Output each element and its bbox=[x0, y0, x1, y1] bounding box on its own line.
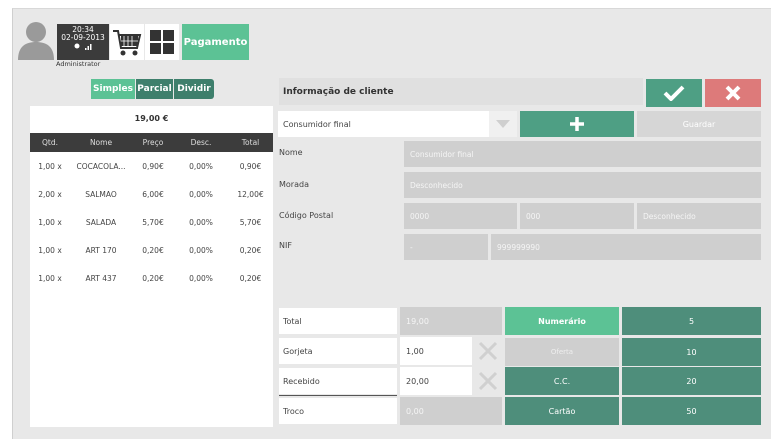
cancel-button[interactable] bbox=[705, 79, 761, 107]
customer-select[interactable]: Consumidor final bbox=[278, 111, 517, 137]
city-field[interactable]: Desconhecido bbox=[637, 203, 761, 229]
column-header: Total bbox=[241, 138, 260, 147]
table-row[interactable]: 1,00 x ART 170 0,20€ 0,00% 0,20€ bbox=[30, 237, 273, 264]
price-cell: 0,90€ bbox=[142, 162, 164, 171]
total-value: 19,00 bbox=[400, 307, 502, 335]
payment-cash-button[interactable]: Numerário bbox=[505, 307, 619, 335]
order-total: 19,00 € bbox=[134, 113, 169, 123]
amount-20-button[interactable]: 20 bbox=[622, 367, 761, 395]
postal-code-suffix-field[interactable]: 000 bbox=[520, 203, 634, 229]
grid-view-icon[interactable] bbox=[145, 24, 179, 60]
column-header: Desc. bbox=[190, 138, 212, 147]
clear-received-icon[interactable] bbox=[475, 368, 501, 394]
add-customer-button[interactable] bbox=[520, 111, 634, 137]
postal-code-field[interactable]: 0000 bbox=[404, 203, 517, 229]
price-cell: 5,70€ bbox=[142, 218, 164, 227]
user-avatar-icon[interactable] bbox=[16, 18, 56, 60]
cart-icon[interactable] bbox=[110, 24, 144, 60]
order-table-header: Qtd. Nome Preço Desc. Total bbox=[30, 133, 273, 152]
nif-prefix-field[interactable]: - bbox=[404, 234, 488, 260]
plus-icon bbox=[570, 117, 584, 131]
price-cell: 0,20€ bbox=[142, 274, 164, 283]
total-cell: 5,70€ bbox=[239, 218, 262, 227]
table-row[interactable]: 2,00 x SALMAO 6,00€ 0,00% 12,00€ bbox=[30, 181, 273, 208]
confirm-button[interactable] bbox=[646, 79, 702, 107]
qty-cell: 1,00 x bbox=[38, 246, 62, 255]
table-row[interactable]: 1,00 x SALADA 5,70€ 0,00% 5,70€ bbox=[30, 209, 273, 236]
totals-divider bbox=[279, 395, 397, 396]
customer-select-value: Consumidor final bbox=[283, 119, 351, 129]
column-header: Qtd. bbox=[42, 138, 58, 147]
tip-input[interactable]: 1,00 bbox=[400, 337, 472, 365]
payment-gift-button[interactable]: Oferta bbox=[505, 338, 619, 366]
clock-panel: 20:34 02-09-2013 bbox=[57, 24, 109, 60]
received-input[interactable]: 20,00 bbox=[400, 367, 472, 395]
nif-label: NIF bbox=[279, 241, 292, 250]
total-cell: 0,20€ bbox=[239, 274, 262, 283]
postal-code-label: Código Postal bbox=[279, 211, 334, 220]
name-cell: COCACOLA... bbox=[76, 162, 126, 171]
name-cell: ART 437 bbox=[85, 274, 117, 283]
payment-cc-button[interactable]: C.C. bbox=[505, 367, 619, 395]
amount-5-button[interactable]: 5 bbox=[622, 307, 761, 335]
qty-cell: 1,00 x bbox=[38, 274, 62, 283]
total-cell: 0,90€ bbox=[239, 162, 262, 171]
mode-simples-button[interactable]: Simples bbox=[91, 79, 135, 99]
name-cell: SALADA bbox=[85, 218, 117, 227]
clock-date: 02-09-2013 bbox=[61, 33, 105, 42]
change-value: 0,00 bbox=[400, 397, 502, 425]
nif-field[interactable]: 999999990 bbox=[491, 234, 761, 260]
total-cell: 0,20€ bbox=[239, 246, 262, 255]
qty-cell: 1,00 x bbox=[38, 218, 62, 227]
close-icon bbox=[725, 85, 741, 101]
clear-tip-icon[interactable] bbox=[475, 338, 501, 364]
price-cell: 0,20€ bbox=[142, 246, 164, 255]
payment-card-button[interactable]: Cartão bbox=[505, 397, 619, 425]
address-field[interactable]: Desconhecido bbox=[404, 172, 761, 198]
name-label: Nome bbox=[279, 148, 303, 157]
column-header: Preço bbox=[142, 138, 164, 147]
total-cell: 12,00€ bbox=[237, 190, 264, 199]
amount-10-button[interactable]: 10 bbox=[622, 338, 761, 366]
received-label: Recebido bbox=[279, 368, 397, 394]
name-cell: SALMAO bbox=[85, 190, 117, 199]
total-label: Total bbox=[279, 308, 397, 334]
mode-parcial-button[interactable]: Parcial bbox=[136, 79, 173, 99]
price-cell: 6,00€ bbox=[142, 190, 164, 199]
discount-cell: 0,00% bbox=[189, 246, 213, 255]
payment-tab[interactable]: Pagamento bbox=[182, 24, 249, 60]
save-button[interactable]: Guardar bbox=[637, 111, 761, 137]
qty-cell: 2,00 x bbox=[38, 190, 62, 199]
tip-label: Gorjeta bbox=[279, 338, 397, 364]
mode-dividir-button[interactable]: Dividir bbox=[174, 79, 214, 99]
chevron-down-icon[interactable] bbox=[489, 111, 517, 137]
discount-cell: 0,00% bbox=[189, 274, 213, 283]
change-label: Troco bbox=[279, 398, 397, 424]
status-icons bbox=[57, 42, 109, 53]
checkmark-icon bbox=[663, 85, 685, 101]
column-header: Nome bbox=[89, 138, 113, 147]
user-name: Administrator bbox=[56, 60, 101, 68]
discount-cell: 0,00% bbox=[189, 162, 213, 171]
order-panel: 19,00 € Qtd. Nome Preço Desc. Total 1,00… bbox=[30, 106, 273, 427]
name-cell: ART 170 bbox=[85, 246, 117, 255]
name-field[interactable]: Consumidor final bbox=[404, 141, 761, 167]
amount-50-button[interactable]: 50 bbox=[622, 397, 761, 425]
table-row[interactable]: 1,00 x ART 437 0,20€ 0,00% 0,20€ bbox=[30, 265, 273, 292]
table-row[interactable]: 1,00 x COCACOLA... 0,90€ 0,00% 0,90€ bbox=[30, 153, 273, 180]
discount-cell: 0,00% bbox=[189, 218, 213, 227]
address-label: Morada bbox=[279, 180, 309, 189]
customer-info-title: Informação de cliente bbox=[279, 78, 643, 105]
discount-cell: 0,00% bbox=[189, 190, 213, 199]
qty-cell: 1,00 x bbox=[38, 162, 62, 171]
